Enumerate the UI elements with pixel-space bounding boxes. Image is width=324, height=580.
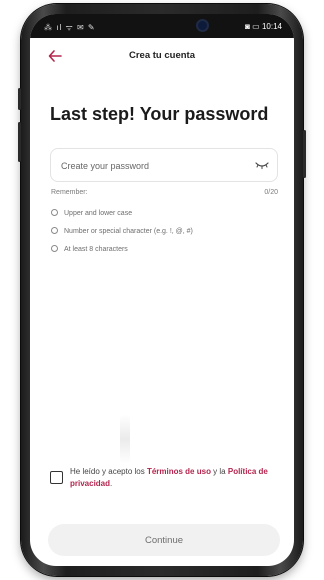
phone-side-button [18, 88, 21, 110]
requirement-item: Number or special character (e.g. !, @, … [51, 227, 193, 235]
app-screen: ⁂ ıl ᯤ ✉ ✎ ◙ ▭ 10:14 Crea tu cuenta Last… [30, 14, 294, 566]
headline: Last step! Your password [50, 104, 269, 124]
status-time: 10:14 [261, 22, 282, 31]
screen-glare [120, 414, 130, 464]
terms-text: He leído y acepto los Términos de uso y … [70, 466, 280, 490]
requirement-text: At least 8 characters [64, 246, 128, 253]
status-bar: ⁂ ıl ᯤ ✉ ✎ ◙ ▭ 10:14 [30, 14, 294, 38]
phone-volume-button [18, 122, 21, 162]
requirement-item: Upper and lower case [51, 209, 132, 217]
status-icons-right: ◙ ▭ [245, 22, 262, 31]
terms-consent: He leído y acepto los Términos de uso y … [50, 466, 278, 500]
app-bar: Crea tu cuenta [30, 38, 294, 74]
password-input[interactable] [61, 158, 241, 174]
terms-middle: y la [210, 467, 228, 476]
remember-label: Remember: [51, 189, 88, 196]
requirement-circle-icon [51, 245, 58, 252]
requirement-text: Number or special character (e.g. !, @, … [64, 228, 193, 235]
page-title: Crea tu cuenta [129, 50, 195, 61]
status-right: ◙ ▭ 10:14 [245, 22, 282, 31]
password-counter: 0/20 [264, 189, 278, 196]
status-icons-left: ⁂ ıl ᯤ ✉ ✎ [44, 23, 96, 32]
requirement-circle-icon [51, 227, 58, 234]
terms-suffix: . [110, 479, 113, 488]
terms-of-use-link[interactable]: Términos de uso [147, 467, 211, 476]
phone-power-button [303, 130, 306, 178]
requirement-text: Upper and lower case [64, 210, 133, 217]
continue-button[interactable]: Continue [48, 524, 280, 556]
terms-checkbox[interactable] [50, 471, 63, 484]
front-camera [198, 21, 207, 30]
requirement-circle-icon [51, 209, 58, 216]
requirement-item: At least 8 characters [51, 245, 128, 253]
password-field[interactable] [50, 148, 278, 182]
terms-prefix: He leído y acepto los [70, 467, 147, 476]
eye-closed-icon[interactable] [255, 159, 269, 171]
